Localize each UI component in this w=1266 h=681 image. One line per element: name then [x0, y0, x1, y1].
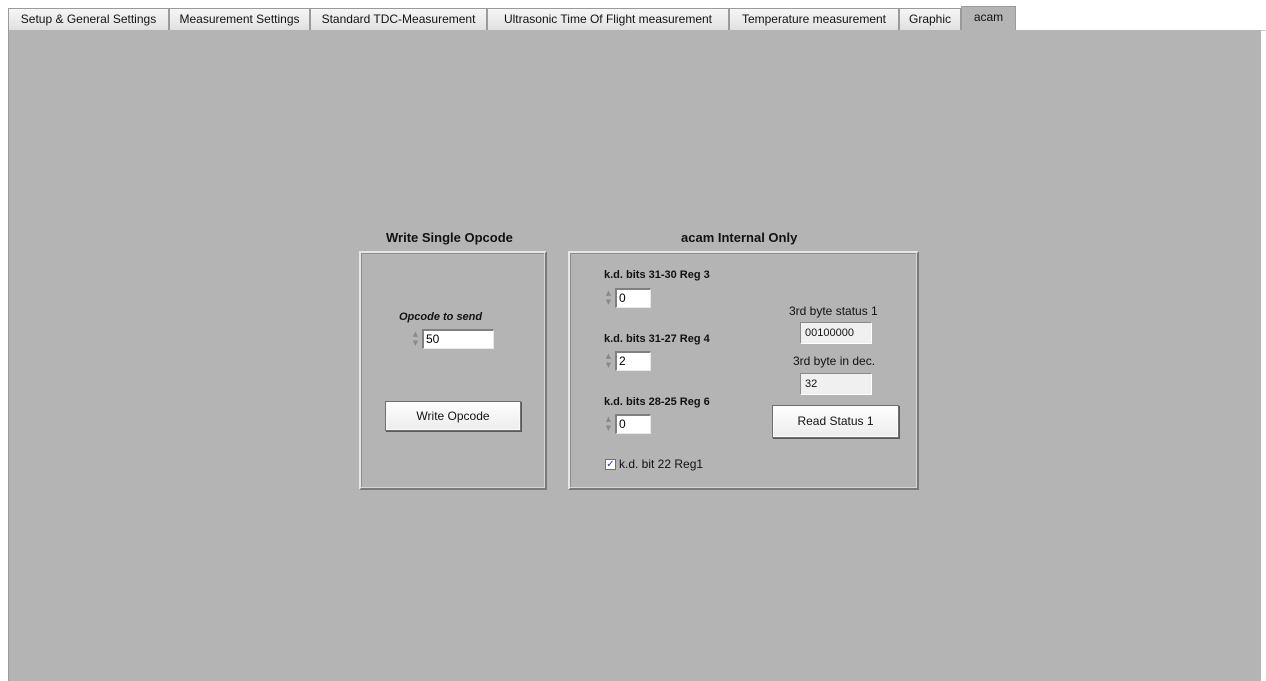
reg4-spinner[interactable]: ▲ ▼: [604, 352, 613, 370]
reg3-spinner[interactable]: ▲ ▼: [604, 289, 613, 307]
status-byte-label: 3rd byte status 1: [789, 304, 878, 318]
reg4-input[interactable]: 2: [615, 351, 651, 371]
opcode-spinner[interactable]: ▲ ▼: [411, 330, 420, 348]
write-opcode-group: Opcode to send ▲ ▼ 50 Write Opcode: [359, 251, 547, 490]
internal-group: k.d. bits 31-30 Reg 3 ▲ ▼ 0 k.d. bits 31…: [568, 251, 919, 490]
spin-up-icon[interactable]: ▲: [411, 330, 420, 339]
spin-up-icon[interactable]: ▲: [604, 352, 613, 361]
tab-ultrasonic-time-of-flight[interactable]: Ultrasonic Time Of Flight measurement: [487, 8, 729, 30]
tab-bar: Setup & General Settings Measurement Set…: [0, 0, 1266, 31]
status-byte-indicator: 00100000: [800, 322, 872, 344]
spin-up-icon[interactable]: ▲: [604, 289, 613, 298]
write-opcode-button[interactable]: Write Opcode: [385, 401, 521, 431]
write-opcode-title: Write Single Opcode: [386, 230, 513, 245]
reg3-numeric-control[interactable]: ▲ ▼ 0: [604, 288, 652, 308]
reg1-bit22-checkbox[interactable]: ✓: [605, 459, 616, 470]
opcode-numeric-control[interactable]: ▲ ▼ 50: [411, 329, 497, 349]
reg3-input[interactable]: 0: [615, 288, 651, 308]
read-status-button[interactable]: Read Status 1: [772, 405, 899, 438]
opcode-label: Opcode to send: [399, 311, 483, 323]
spin-down-icon[interactable]: ▼: [604, 298, 613, 307]
dec-byte-label: 3rd byte in dec.: [793, 354, 876, 368]
reg6-numeric-control[interactable]: ▲ ▼ 0: [604, 414, 652, 434]
tab-standard-tdc-measurement[interactable]: Standard TDC-Measurement: [310, 8, 487, 30]
tab-setup-general-settings[interactable]: Setup & General Settings: [8, 8, 169, 30]
reg6-spinner[interactable]: ▲ ▼: [604, 415, 613, 433]
spin-down-icon[interactable]: ▼: [604, 424, 613, 433]
reg4-label: k.d. bits 31-27 Reg 4: [604, 333, 710, 345]
dec-byte-indicator: 32: [800, 373, 872, 395]
opcode-input[interactable]: 50: [422, 329, 494, 349]
tab-acam[interactable]: acam: [961, 6, 1016, 30]
internal-title: acam Internal Only: [681, 230, 798, 245]
reg6-label: k.d. bits 28-25 Reg 6: [604, 396, 710, 408]
application-window: Setup & General Settings Measurement Set…: [0, 0, 1266, 681]
acam-tab-panel: Write Single Opcode Opcode to send ▲ ▼ 5…: [8, 30, 1261, 681]
tab-temperature-measurement[interactable]: Temperature measurement: [729, 8, 899, 30]
reg4-numeric-control[interactable]: ▲ ▼ 2: [604, 351, 652, 371]
reg3-label: k.d. bits 31-30 Reg 3: [604, 269, 710, 281]
reg6-input[interactable]: 0: [615, 414, 651, 434]
spin-down-icon[interactable]: ▼: [411, 339, 420, 348]
spin-up-icon[interactable]: ▲: [604, 415, 613, 424]
tab-measurement-settings[interactable]: Measurement Settings: [169, 8, 310, 30]
tab-graphic[interactable]: Graphic: [899, 8, 961, 30]
reg1-bit22-label: k.d. bit 22 Reg1: [619, 457, 704, 471]
spin-down-icon[interactable]: ▼: [604, 361, 613, 370]
